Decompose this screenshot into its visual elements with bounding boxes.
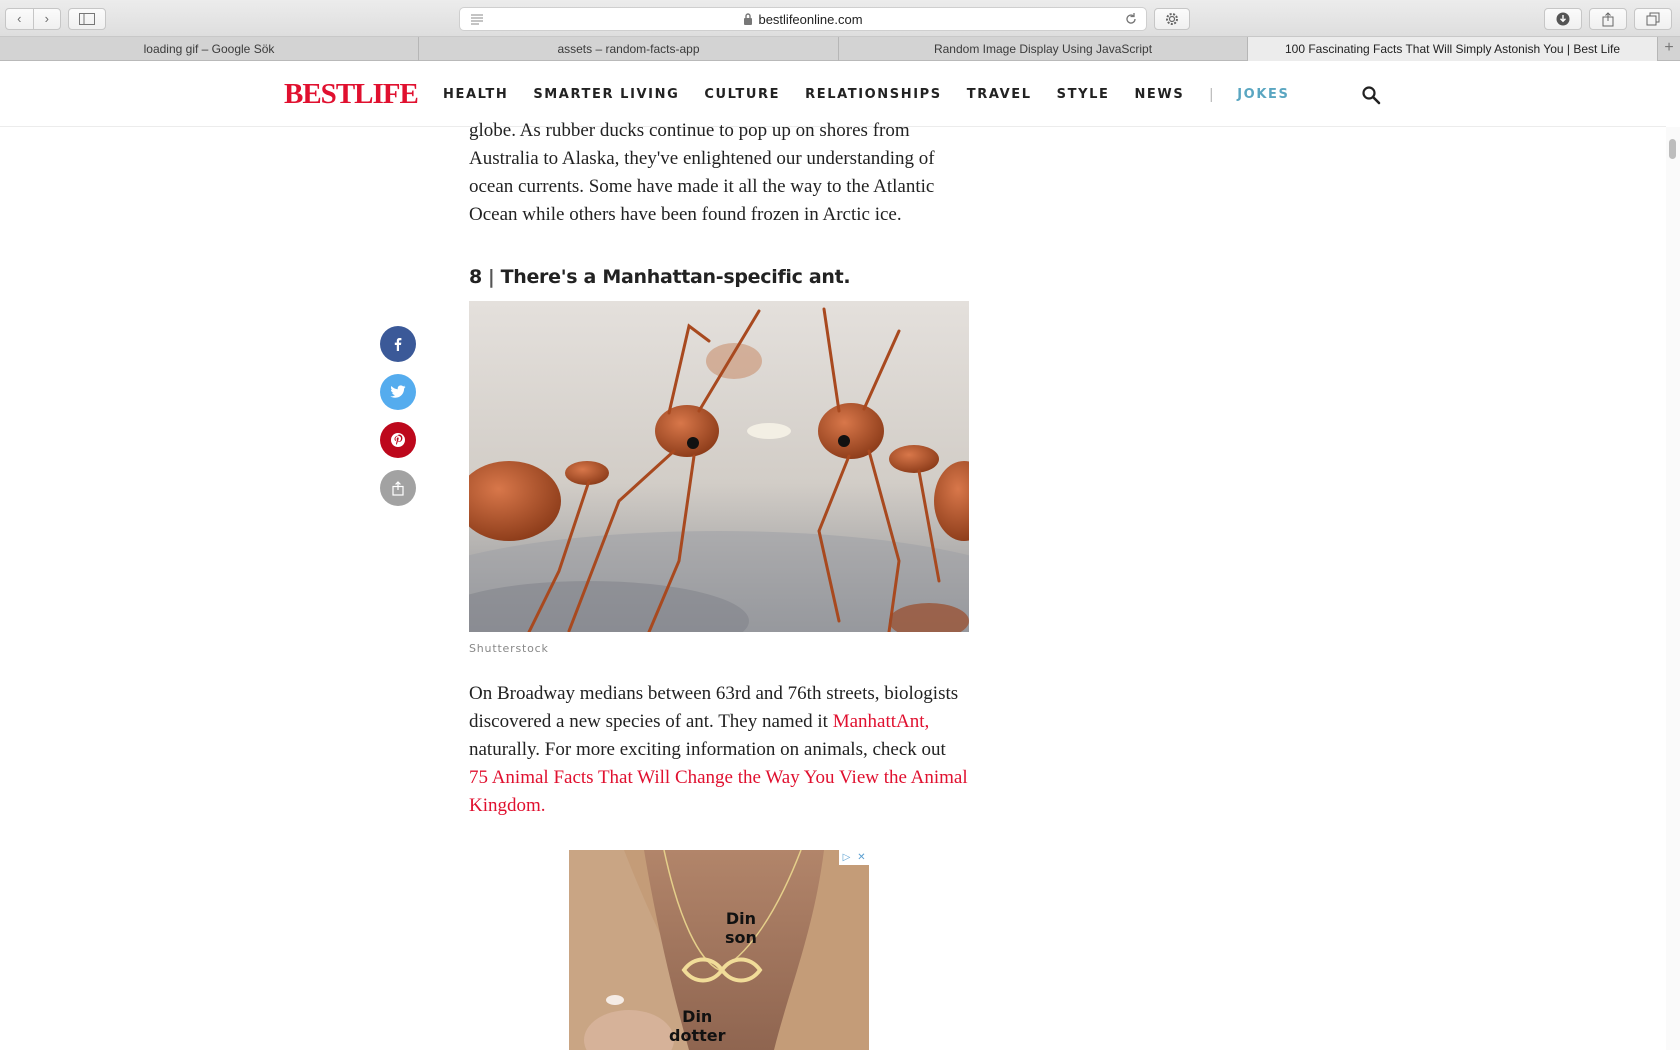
twitter-icon xyxy=(390,385,406,398)
tab-overview-button[interactable] xyxy=(1634,8,1672,30)
article-paragraph: globe. As rubber ducks continue to pop u… xyxy=(469,120,935,225)
tab-item[interactable]: assets – random-facts-app xyxy=(419,37,839,61)
more-share-button[interactable] xyxy=(380,470,416,506)
nav-item-relationships[interactable]: RELATIONSHIPS xyxy=(805,87,942,102)
back-icon[interactable]: ‹ xyxy=(6,9,33,29)
twitter-share-button[interactable] xyxy=(380,374,416,410)
ad-close-icon[interactable]: ✕ xyxy=(854,850,869,865)
ad-label-son: Din son xyxy=(725,909,757,947)
lock-icon xyxy=(744,13,753,25)
extension-button[interactable] xyxy=(1154,8,1190,30)
ad-label-dotter: Din dotter xyxy=(669,1007,725,1045)
share-icon xyxy=(392,480,404,496)
forward-icon[interactable]: › xyxy=(32,9,61,29)
share-toolbar-button[interactable] xyxy=(1589,8,1627,30)
nav-item-smarter-living[interactable]: SMARTER LIVING xyxy=(533,87,679,102)
manhattant-link[interactable]: ManhattAnt, xyxy=(833,711,930,732)
tab-item[interactable]: loading gif – Google Sök xyxy=(0,37,419,61)
nav-item-culture[interactable]: CULTURE xyxy=(704,87,780,102)
ad-text-line: Din xyxy=(725,909,757,928)
sidebar-icon xyxy=(79,13,95,25)
gear-icon xyxy=(1166,13,1178,25)
pinterest-icon xyxy=(391,433,405,447)
download-icon xyxy=(1556,12,1570,26)
article-paragraph: On Broadway medians between 63rd and 76t… xyxy=(469,680,969,820)
pinterest-share-button[interactable] xyxy=(380,422,416,458)
tab-strip: loading gif – Google Sök assets – random… xyxy=(0,37,1680,61)
tab-title: 100 Fascinating Facts That Will Simply A… xyxy=(1284,42,1621,56)
main-nav: HEALTH SMARTER LIVING CULTURE RELATIONSH… xyxy=(443,86,1314,103)
image-credit: Shutterstock xyxy=(469,642,549,655)
tab-title: Random Image Display Using JavaScript xyxy=(933,42,1153,56)
page-scrollbar[interactable] xyxy=(1666,127,1680,1050)
fact-number: 8 xyxy=(469,266,482,288)
tab-title: loading gif – Google Sök xyxy=(143,42,275,56)
address-bar[interactable]: bestlifeonline.com xyxy=(459,7,1147,31)
nav-item-news[interactable]: NEWS xyxy=(1134,87,1184,102)
tab-item-active[interactable]: 100 Fascinating Facts That Will Simply A… xyxy=(1248,37,1658,61)
downloads-button[interactable] xyxy=(1544,8,1582,30)
tab-title: assets – random-facts-app xyxy=(557,42,700,56)
nav-item-jokes[interactable]: JOKES xyxy=(1237,87,1289,102)
reader-icon[interactable] xyxy=(470,13,484,25)
search-icon[interactable] xyxy=(1361,85,1381,105)
nav-divider: | xyxy=(1209,86,1214,103)
facebook-share-button[interactable] xyxy=(380,326,416,362)
nav-item-travel[interactable]: TRAVEL xyxy=(967,87,1032,102)
reload-icon[interactable] xyxy=(1124,12,1138,26)
scroll-thumb[interactable] xyxy=(1669,139,1676,159)
body-text-part: naturally. For more exciting information… xyxy=(469,739,946,760)
ad-info-icon[interactable]: ▷ xyxy=(839,850,854,865)
ad-text-line: dotter xyxy=(669,1026,726,1045)
share-icon xyxy=(1602,11,1614,26)
fact-separator: | xyxy=(487,266,495,288)
new-tab-button[interactable]: + xyxy=(1658,37,1680,60)
facebook-icon xyxy=(394,338,402,351)
back-forward-group: ‹ › xyxy=(5,8,61,30)
url-text: bestlifeonline.com xyxy=(758,11,863,27)
body-text-end: . xyxy=(540,795,546,816)
ad-choices-badge[interactable]: ▷ ✕ xyxy=(839,850,869,865)
nav-item-health[interactable]: HEALTH xyxy=(443,87,508,102)
tabs-icon xyxy=(1646,12,1660,26)
ad-text-line: Din xyxy=(682,1007,713,1026)
fact-heading: 8 | There's a Manhattan-specific ant. xyxy=(469,266,851,288)
site-logo[interactable]: BESTLIFE xyxy=(284,78,419,111)
ad-text-line: son xyxy=(725,928,757,947)
ants-photo xyxy=(469,301,969,632)
browser-toolbar: ‹ › bestlifeonline.com xyxy=(0,0,1680,37)
fact-title: There's a Manhattan-specific ant. xyxy=(500,266,851,288)
fact-image xyxy=(469,301,969,632)
advertisement[interactable]: Din son Din dotter ▷ ✕ xyxy=(569,850,869,1050)
tab-item[interactable]: Random Image Display Using JavaScript xyxy=(839,37,1248,61)
sidebar-toggle-button[interactable] xyxy=(68,8,106,30)
nav-item-style[interactable]: STYLE xyxy=(1057,87,1110,102)
